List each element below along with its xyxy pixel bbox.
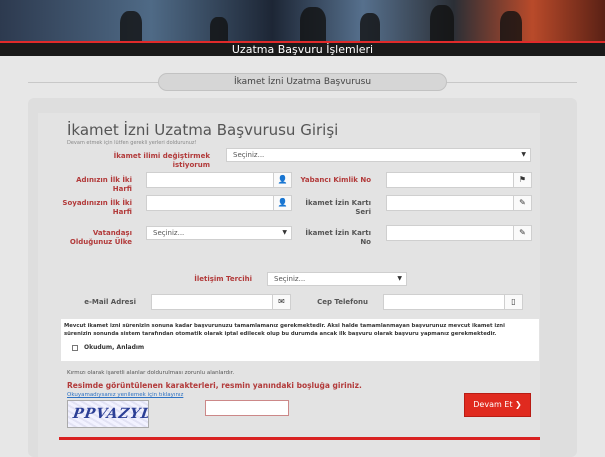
page-title: Uzatma Başvuru İşlemleri: [231, 43, 374, 56]
foreign-id-input[interactable]: ⚑: [386, 172, 532, 188]
required-note: Kırmızı olarak işaretli alanlar doldurul…: [67, 370, 235, 376]
surname-initials-input[interactable]: 👤: [146, 195, 292, 211]
caret-down-icon: ▼: [282, 229, 287, 236]
caret-down-icon: ▼: [521, 151, 526, 158]
nationality-label: Vatandaşı Olduğunuz Ülke: [69, 229, 132, 246]
mobile-phone-icon: ▯: [504, 295, 522, 309]
notice-text: Mevcut ikamet izni sürenizin sonuna kada…: [64, 323, 505, 337]
contact-pref-label: İletişim Tercihi: [194, 275, 252, 283]
chevron-right-icon: ❯: [515, 400, 522, 409]
envelope-icon: ✉: [272, 295, 290, 309]
change-province-select[interactable]: Seçiniz... ▼: [226, 148, 531, 162]
form-heading: İkamet İzni Uzatma Başvurusu Girişi: [67, 121, 339, 139]
phone-label: Cep Telefonu: [317, 298, 368, 306]
email-label: e-Mail Adresi: [84, 298, 136, 306]
captcha-image: PPVAZYDI: [67, 400, 149, 428]
phone-input[interactable]: ▯: [383, 294, 523, 310]
permit-serial-input[interactable]: ✎: [386, 195, 532, 211]
captcha-refresh-link[interactable]: Okuyamadıysanız yenilemek için tıklayını…: [67, 392, 183, 398]
header-banner-image: [0, 0, 605, 41]
surname-initials-label: Soyadınızın İlk İki Harfi: [62, 199, 132, 216]
form-hint: Devam etmek için lütfen gerekli yerleri …: [67, 140, 197, 146]
permit-no-input[interactable]: ✎: [386, 225, 532, 241]
user-icon: 👤: [273, 173, 291, 187]
contact-pref-select[interactable]: Seçiniz... ▼: [267, 272, 407, 286]
captcha-input[interactable]: [205, 400, 289, 416]
email-input[interactable]: ✉: [151, 294, 291, 310]
footer-accent-bar: [59, 437, 540, 440]
captcha-text: PPVAZYDI: [71, 406, 149, 422]
acknowledge-checkbox[interactable]: [72, 345, 78, 351]
nationality-select[interactable]: Seçiniz... ▼: [146, 226, 292, 240]
user-icon: 👤: [273, 196, 291, 210]
pencil-icon: ✎: [513, 226, 531, 240]
foreign-id-label: Yabancı Kimlik No: [300, 176, 371, 184]
continue-button[interactable]: Devam Et ❯: [464, 393, 531, 417]
permit-no-label: İkamet İzin Kartı No: [305, 229, 371, 246]
permit-serial-label: İkamet İzin Kartı Seri: [305, 199, 371, 216]
acknowledge-label[interactable]: Okudum, Anladım: [84, 344, 144, 351]
flag-icon: ⚑: [513, 173, 531, 187]
page-title-bar: Uzatma Başvuru İşlemleri: [0, 41, 605, 56]
captcha-instruction: Resimde görüntülenen karakterleri, resmi…: [67, 381, 362, 390]
caret-down-icon: ▼: [397, 275, 402, 282]
name-initials-input[interactable]: 👤: [146, 172, 292, 188]
name-initials-label: Adınızın İlk İki Harfi: [76, 176, 132, 193]
change-province-label: İkamet ilimi değiştirmek istiyorum: [113, 152, 210, 169]
section-title: İkamet İzni Uzatma Başvurusu: [158, 73, 447, 91]
pencil-icon: ✎: [513, 196, 531, 210]
